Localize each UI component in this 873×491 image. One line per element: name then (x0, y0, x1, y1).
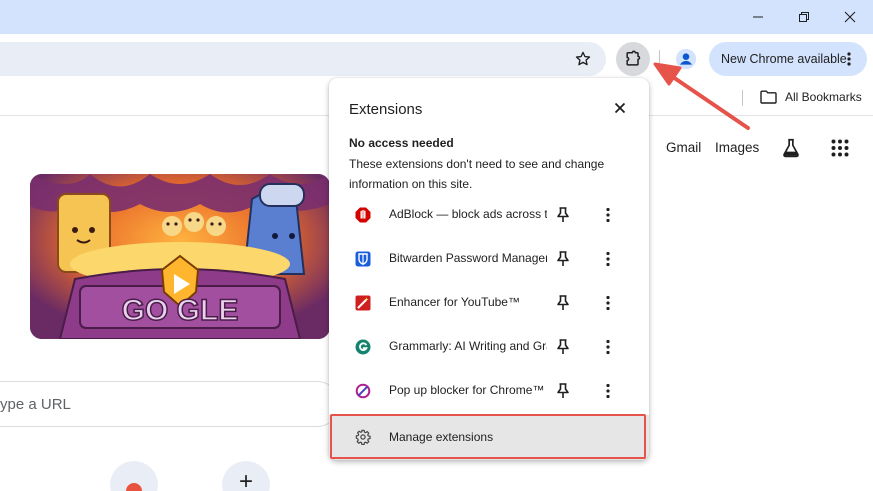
extension-options-button[interactable] (599, 338, 617, 356)
pin-extension-button[interactable] (554, 382, 572, 400)
more-vertical-icon (606, 207, 610, 223)
adblock-icon (354, 206, 372, 224)
address-bar[interactable] (0, 42, 606, 76)
profile-button[interactable] (673, 46, 699, 72)
extension-name: Pop up blocker for Chrome™ (389, 383, 545, 397)
pin-icon (557, 295, 569, 310)
extension-row-grammarly[interactable]: Grammarly: AI Writing and Grammar Checke… (329, 325, 649, 369)
bitwarden-icon (354, 250, 372, 268)
pin-extension-button[interactable] (554, 294, 572, 312)
avatar-icon (675, 48, 697, 70)
puzzle-icon (626, 50, 641, 66)
toolbar-divider (659, 50, 660, 68)
doodle-illustration: GO GLE (30, 174, 330, 339)
images-link[interactable]: Images (715, 140, 759, 155)
extension-options-button[interactable] (599, 382, 617, 400)
star-icon (575, 51, 591, 66)
extension-options-button[interactable] (599, 294, 617, 312)
minimize-button[interactable] (735, 0, 781, 34)
manage-extensions-label: Manage extensions (389, 430, 494, 444)
shortcut-tile[interactable] (110, 461, 158, 491)
pin-extension-button[interactable] (554, 206, 572, 224)
bookmarks-separator (742, 90, 743, 106)
extension-row-adblock[interactable]: AdBlock — block ads across the web (329, 193, 649, 237)
extension-name: AdBlock — block ads across the web (389, 207, 547, 221)
more-vertical-icon (606, 251, 610, 267)
pin-icon (557, 339, 569, 354)
close-window-button[interactable] (827, 0, 873, 34)
flask-icon (783, 138, 799, 158)
all-bookmarks-label: All Bookmarks (785, 90, 862, 104)
more-vertical-icon (847, 52, 851, 66)
extension-options-button[interactable] (599, 206, 617, 224)
no-access-section-title: No access needed (349, 136, 454, 150)
close-icon (844, 11, 856, 23)
gmail-link[interactable]: Gmail (666, 140, 701, 155)
extension-name: Enhancer for YouTube™ (389, 295, 520, 309)
extensions-button[interactable] (616, 42, 650, 76)
minimize-icon (753, 16, 763, 18)
more-vertical-icon (606, 383, 610, 399)
google-apps-button[interactable] (831, 139, 849, 162)
extensions-menu: Extensions No access needed These extens… (329, 78, 649, 460)
enhancer-icon (354, 294, 372, 312)
extension-options-button[interactable] (599, 250, 617, 268)
manage-extensions-button[interactable]: Manage extensions (329, 415, 649, 460)
labs-button[interactable] (780, 137, 802, 164)
doodle-logo-text: GO GLE (122, 294, 239, 327)
pin-icon (557, 207, 569, 222)
extension-row-popup-blocker[interactable]: Pop up blocker for Chrome™ (329, 369, 649, 413)
grammarly-icon (354, 338, 372, 356)
update-chip-label: New Chrome available (721, 52, 847, 66)
restore-button[interactable] (781, 0, 827, 34)
apps-grid-icon (831, 139, 849, 157)
folder-icon (760, 90, 777, 104)
all-bookmarks-button[interactable]: All Bookmarks (760, 87, 862, 107)
extension-row-enhancer[interactable]: Enhancer for YouTube™ (329, 281, 649, 325)
more-vertical-icon (606, 295, 610, 311)
pin-extension-button[interactable] (554, 338, 572, 356)
update-chrome-chip[interactable]: New Chrome available (709, 42, 867, 76)
extensions-menu-title: Extensions (349, 101, 423, 118)
extension-name: Bitwarden Password Manager (389, 251, 547, 265)
more-vertical-icon (606, 339, 610, 355)
extension-name: Grammarly: AI Writing and Grammar Checke… (389, 339, 547, 353)
add-shortcut-plus-icon: + (238, 468, 253, 491)
add-shortcut-button[interactable]: + (222, 461, 270, 491)
pin-icon (557, 251, 569, 266)
shortcut-favicon-icon (126, 483, 142, 491)
extension-row-bitwarden[interactable]: Bitwarden Password Manager (329, 237, 649, 281)
gear-icon (354, 428, 372, 446)
bookmark-star-button[interactable] (573, 49, 593, 69)
no-access-section-description: These extensions don't need to see and c… (349, 157, 605, 191)
popup-blocker-icon (354, 382, 372, 400)
extensions-menu-close-button[interactable] (610, 98, 630, 118)
search-placeholder: ype a URL (0, 396, 71, 413)
pin-icon (557, 383, 569, 398)
pin-extension-button[interactable] (554, 250, 572, 268)
google-doodle[interactable]: GO GLE (30, 174, 330, 339)
restore-icon (799, 12, 809, 22)
close-icon (614, 102, 626, 114)
